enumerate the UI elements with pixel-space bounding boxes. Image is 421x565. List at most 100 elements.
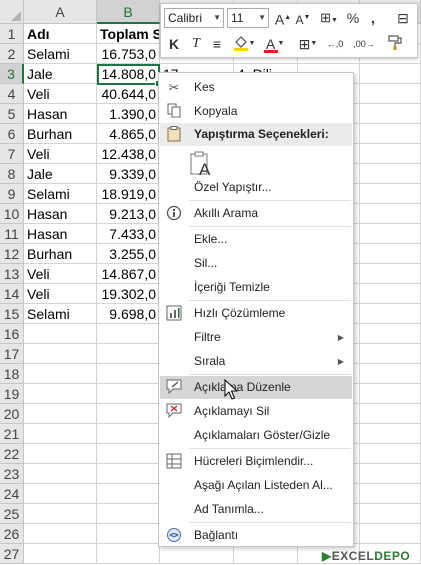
cell-a[interactable]: Burhan [24,244,97,264]
column-header-a[interactable]: A [24,0,97,24]
row-header[interactable]: 3 [0,64,24,84]
cell[interactable] [360,104,421,124]
cell-b[interactable] [97,444,160,464]
cell[interactable] [360,84,421,104]
menu-item-link[interactable]: Bağlantı [160,524,352,547]
row-header[interactable]: 9 [0,184,24,204]
row-header[interactable]: 22 [0,444,24,464]
cell-a[interactable] [24,364,97,384]
menu-item-smart-lookup[interactable]: Akıllı Arama [160,202,352,225]
cell-a[interactable]: Veli [24,84,97,104]
cell-a[interactable] [24,524,97,544]
cell-b[interactable] [97,544,160,564]
row-header[interactable]: 2 [0,44,24,64]
cell-b[interactable]: 4.865,0 [97,124,160,144]
menu-item-pick-from-list[interactable]: Aşağı Açılan Listeden Al... [160,474,352,497]
cell-a[interactable]: Hasan [24,104,97,124]
cell-a[interactable]: Veli [24,264,97,284]
cell[interactable] [360,424,421,444]
menu-item-filter[interactable]: Filtre ▶ [160,326,352,349]
cell-a[interactable]: Hasan [24,204,97,224]
cell[interactable] [360,164,421,184]
cell[interactable] [360,124,421,144]
cell-b[interactable]: 16.753,0 [97,44,160,64]
cell-a[interactable] [24,424,97,444]
menu-item-copy[interactable]: Kopyala [160,100,352,123]
cell[interactable] [360,64,421,84]
cell[interactable] [360,184,421,204]
menu-item-sort[interactable]: Sırala ▶ [160,350,352,373]
chevron-down-icon[interactable]: ▼ [213,9,221,27]
cell[interactable] [360,204,421,224]
cell[interactable] [360,324,421,344]
cell-b[interactable] [97,384,160,404]
row-header[interactable]: 19 [0,384,24,404]
comma-style-button[interactable]: , [366,8,380,28]
chevron-down-icon[interactable]: ▼ [258,9,266,27]
cell-a[interactable] [24,504,97,524]
shrink-font-button[interactable]: A▼ [294,8,312,28]
row-header[interactable]: 18 [0,364,24,384]
row-header[interactable]: 17 [0,344,24,364]
cell[interactable] [360,304,421,324]
cell-b[interactable] [97,524,160,544]
menu-item-format-cells[interactable]: Hücreleri Biçimlendir... [160,450,352,473]
cell-b[interactable]: 9.698,0 [97,304,160,324]
cell-b[interactable] [97,364,160,384]
cell-a[interactable] [24,444,97,464]
row-header[interactable]: 23 [0,464,24,484]
cell-b[interactable]: 14.808,0 [97,64,160,84]
row-header[interactable]: 27 [0,544,24,564]
grow-font-button[interactable]: A▲ [274,8,292,28]
cell-b[interactable]: 12.438,0 [97,144,160,164]
cell-d[interactable] [234,544,298,564]
menu-item-show-hide-comments[interactable]: Açıklamaları Göster/Gizle [160,424,352,447]
row-header[interactable]: 14 [0,284,24,304]
menu-item-clear-contents[interactable]: İçeriği Temizle [160,276,352,299]
cell-a[interactable] [24,404,97,424]
row-header[interactable]: 5 [0,104,24,124]
decrease-decimal-button[interactable]: ,00→ [353,34,375,54]
row-header[interactable]: 25 [0,504,24,524]
borders-button[interactable]: ⊞▼ [296,34,320,54]
cell-b[interactable] [97,324,160,344]
cell-b[interactable] [97,504,160,524]
select-all-corner[interactable] [0,0,24,24]
merge-cells-button[interactable]: ⊟ [394,8,412,28]
cell-a[interactable]: Burhan [24,124,97,144]
cell-b[interactable] [97,484,160,504]
row-header[interactable]: 10 [0,204,24,224]
cell[interactable] [360,384,421,404]
cell[interactable] [360,364,421,384]
cell-b[interactable]: 18.919,0 [97,184,160,204]
cell-a[interactable] [24,464,97,484]
row-header[interactable]: 4 [0,84,24,104]
cell[interactable] [360,444,421,464]
cell-b[interactable]: 14.867,0 [97,264,160,284]
paste-values-icon[interactable]: A [189,151,213,179]
cell-a[interactable] [24,324,97,344]
row-header[interactable]: 16 [0,324,24,344]
cell-b[interactable] [97,464,160,484]
format-painter-button[interactable] [385,34,405,54]
row-header[interactable]: 15 [0,304,24,324]
row-header[interactable]: 21 [0,424,24,444]
row-header[interactable]: 24 [0,484,24,504]
cell-a[interactable] [24,484,97,504]
cell[interactable] [360,464,421,484]
fill-color-button[interactable]: ▼ [231,34,257,54]
cell-a[interactable]: Selami [24,184,97,204]
menu-item-paste-special[interactable]: Özel Yapıştır... [160,176,352,199]
cell[interactable] [360,144,421,164]
menu-item-delete[interactable]: Sil... [160,252,352,275]
align-center-button[interactable]: ≡ [208,34,226,54]
percent-style-button[interactable]: % [345,8,361,28]
increase-decimal-button[interactable]: ←,0 [325,34,345,54]
row-header[interactable]: 11 [0,224,24,244]
cell-a[interactable]: Adı [24,24,97,44]
row-header[interactable]: 13 [0,264,24,284]
cell[interactable] [360,484,421,504]
cell-b[interactable]: 9.213,0 [97,204,160,224]
menu-item-insert[interactable]: Ekle... [160,228,352,251]
cell-a[interactable]: Selami [24,44,97,64]
